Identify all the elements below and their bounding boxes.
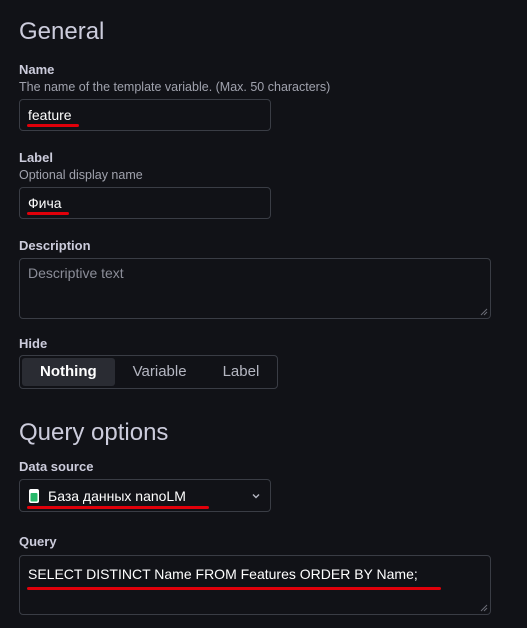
data-source-value: База данных nanoLM: [48, 487, 186, 504]
general-section-title: General: [19, 18, 105, 45]
hide-label: Hide: [19, 336, 48, 351]
name-annotation-underline: [27, 124, 79, 127]
query-annotation-underline: [27, 587, 441, 590]
resize-grip-icon[interactable]: [480, 308, 488, 316]
label-description: Optional display name: [19, 168, 143, 182]
description-label: Description: [19, 238, 91, 253]
data-source-label: Data source: [19, 459, 94, 474]
hide-radio-group: Nothing Variable Label: [19, 355, 278, 389]
hide-option-nothing[interactable]: Nothing: [22, 358, 115, 386]
chevron-down-icon: [252, 493, 260, 498]
name-description: The name of the template variable. (Max.…: [19, 80, 331, 94]
query-options-section-title: Query options: [19, 419, 169, 446]
label-annotation-underline: [27, 212, 69, 215]
resize-grip-icon[interactable]: [480, 604, 488, 612]
query-value: SELECT DISTINCT Name FROM Features ORDER…: [28, 566, 418, 582]
description-textarea[interactable]: Descriptive text: [19, 258, 491, 319]
database-icon: [29, 488, 39, 503]
query-textarea[interactable]: SELECT DISTINCT Name FROM Features ORDER…: [19, 555, 491, 615]
description-placeholder: Descriptive text: [28, 265, 124, 281]
label-label: Label: [19, 150, 53, 165]
name-label: Name: [19, 62, 55, 77]
hide-option-variable[interactable]: Variable: [115, 358, 205, 386]
hide-option-label[interactable]: Label: [205, 358, 278, 386]
query-label: Query: [19, 534, 57, 549]
data-source-annotation-underline: [27, 506, 209, 509]
